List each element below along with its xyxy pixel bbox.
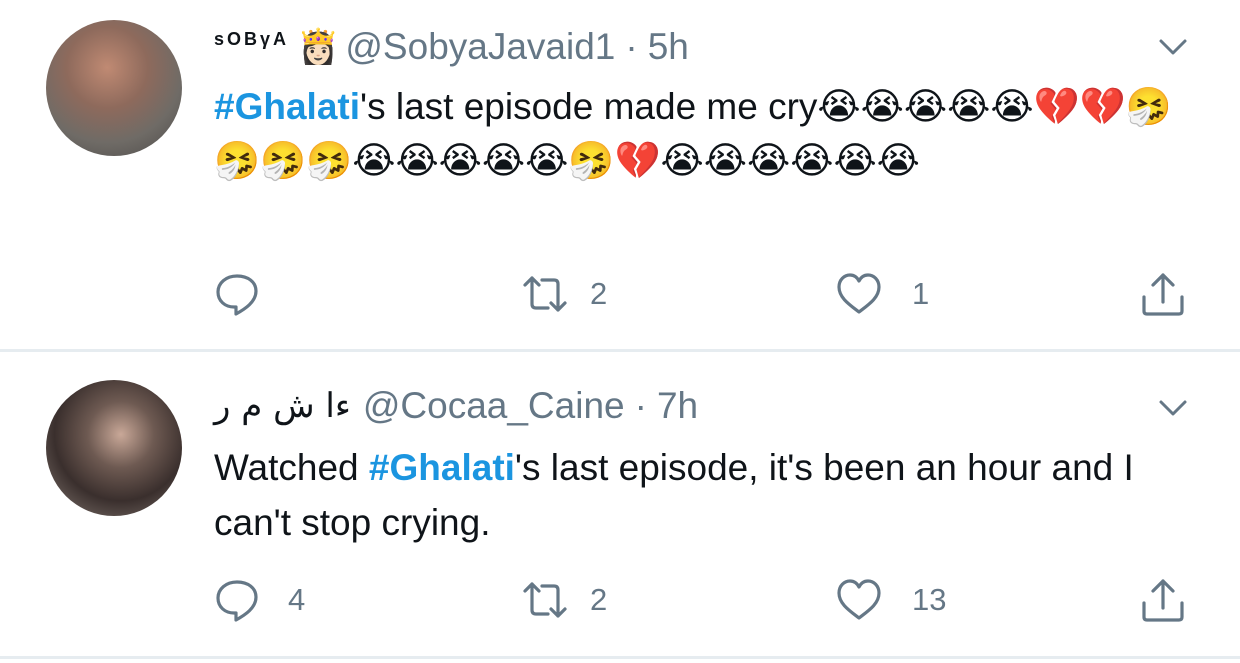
avatar[interactable] bbox=[46, 20, 182, 156]
retweet-icon bbox=[522, 580, 568, 620]
user-handle[interactable]: @Cocaa_Caine bbox=[363, 385, 625, 427]
reply-icon bbox=[214, 577, 260, 623]
tweet-actions: 2 1 bbox=[214, 269, 1204, 319]
share-button[interactable] bbox=[1140, 269, 1186, 319]
user-handle[interactable]: @SobyaJavaid1 bbox=[345, 26, 615, 68]
like-count: 1 bbox=[912, 276, 930, 311]
tweet-text: Watched #Ghalati's last episode, it's be… bbox=[214, 440, 1204, 550]
avatar[interactable] bbox=[46, 380, 182, 516]
tweet-header: sOBγA 👸🏻 @SobyaJavaid1 · 5h bbox=[214, 22, 689, 72]
tweet-divider bbox=[0, 349, 1240, 352]
retweet-count: 2 bbox=[590, 276, 608, 311]
display-name[interactable]: ءا ش م ر bbox=[214, 386, 351, 426]
tweet-text: #Ghalati's last episode made me cry😭😭😭😭😭… bbox=[214, 80, 1204, 188]
retweet-icon bbox=[522, 274, 568, 314]
timestamp[interactable]: 5h bbox=[648, 26, 689, 68]
retweet-count: 2 bbox=[590, 582, 608, 617]
share-icon bbox=[1140, 271, 1186, 317]
tweet-header: ءا ش م ر @Cocaa_Caine · 7h bbox=[214, 381, 698, 431]
tweet-divider bbox=[0, 656, 1240, 659]
chevron-down-icon[interactable] bbox=[1156, 391, 1190, 425]
reply-count: 4 bbox=[288, 582, 306, 617]
retweet-button[interactable]: 2 bbox=[522, 269, 607, 319]
display-name[interactable]: sOBγA bbox=[214, 29, 289, 50]
timestamp[interactable]: 7h bbox=[657, 385, 698, 427]
share-button[interactable] bbox=[1140, 575, 1186, 625]
tweet-text-prefix: Watched bbox=[214, 447, 369, 488]
separator-dot: · bbox=[625, 26, 638, 67]
retweet-button[interactable]: 2 bbox=[522, 575, 607, 625]
chevron-down-icon[interactable] bbox=[1156, 30, 1190, 64]
like-count: 13 bbox=[912, 582, 947, 617]
reply-button[interactable]: 4 bbox=[214, 575, 305, 625]
reply-icon bbox=[214, 271, 260, 317]
hashtag-link[interactable]: #Ghalati bbox=[214, 86, 360, 127]
like-button[interactable]: 13 bbox=[836, 575, 946, 625]
name-emoji: 👸🏻 bbox=[297, 28, 340, 66]
reply-button[interactable] bbox=[214, 269, 288, 319]
like-button[interactable]: 1 bbox=[836, 269, 929, 319]
tweet[interactable]: ءا ش م ر @Cocaa_Caine · 7h Watched #Ghal… bbox=[0, 353, 1240, 658]
separator-dot: · bbox=[634, 385, 647, 426]
hashtag-link[interactable]: #Ghalati bbox=[369, 447, 515, 488]
heart-icon bbox=[836, 272, 882, 316]
tweet[interactable]: sOBγA 👸🏻 @SobyaJavaid1 · 5h #Ghalati's l… bbox=[0, 0, 1240, 350]
heart-icon bbox=[836, 578, 882, 622]
share-icon bbox=[1140, 577, 1186, 623]
tweet-actions: 4 2 13 bbox=[214, 575, 1204, 625]
